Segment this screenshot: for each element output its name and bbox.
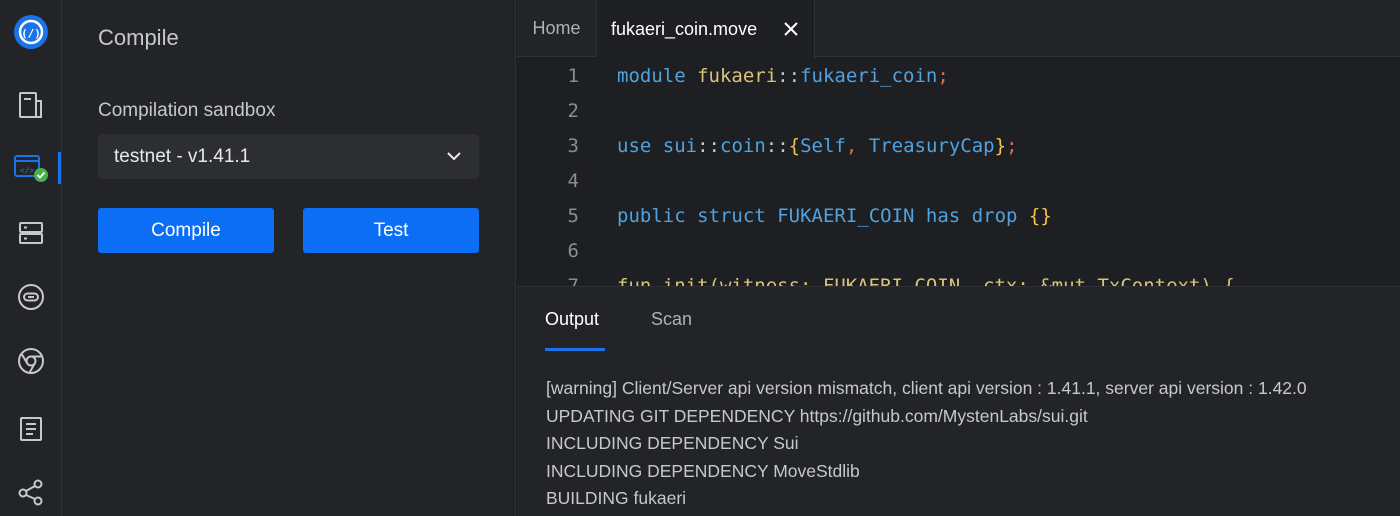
code-text: use sui::coin::{Self, TreasuryCap};	[617, 134, 1018, 157]
output-log: [warning] Client/Server api version mism…	[546, 375, 1396, 513]
svg-text:</>: </>	[20, 166, 35, 175]
compile-sidebar: Compile Compilation sandbox testnet - v1…	[62, 0, 516, 516]
code-line: 1 module fukaeri::fukaeri_coin;	[517, 58, 1400, 93]
editor-area: Home fukaeri_coin.move 1 module fukaeri:…	[517, 0, 1400, 516]
sandbox-select[interactable]: testnet - v1.41.1	[98, 134, 479, 179]
line-number: 1	[567, 64, 579, 87]
code-line: 2	[517, 93, 1400, 128]
output-panel: Output Scan [warning] Client/Server api …	[517, 286, 1400, 516]
log-line: INCLUDING DEPENDENCY Sui	[546, 433, 799, 453]
chevron-down-icon	[447, 152, 461, 161]
code-line: 5 public struct FUKAERI_COIN has drop {}	[517, 198, 1400, 233]
chrome-icon[interactable]	[0, 337, 62, 385]
log-line: UPDATING GIT DEPENDENCY https://github.c…	[546, 405, 1088, 426]
link-icon[interactable]	[0, 273, 62, 321]
line-number: 6	[567, 239, 579, 262]
line-number: 3	[567, 134, 579, 157]
code-text: fun init(witness: FUKAERI_COIN, ctx: &mu…	[617, 274, 1235, 287]
code-line: 6	[517, 233, 1400, 268]
close-icon[interactable]	[782, 20, 800, 38]
code-line: 3 use sui::coin::{Self, TreasuryCap};	[517, 128, 1400, 163]
tab-home[interactable]: Home	[517, 0, 597, 57]
code-compile-icon[interactable]: </>	[0, 144, 62, 192]
logo-icon[interactable]: (/)	[0, 8, 62, 56]
svg-text:(/): (/)	[21, 27, 41, 40]
code-line: 7 fun init(witness: FUKAERI_COIN, ctx: &…	[517, 268, 1400, 287]
active-tab-underline	[545, 348, 605, 351]
code-line: 4	[517, 163, 1400, 198]
tab-output[interactable]: Output	[545, 309, 599, 330]
log-line: [warning] Client/Server api version mism…	[546, 378, 1307, 398]
document-icon[interactable]	[0, 405, 62, 453]
share-icon[interactable]	[0, 468, 62, 516]
code-text: module fukaeri::fukaeri_coin;	[617, 64, 949, 87]
activity-bar: (/) </>	[0, 0, 62, 516]
tab-home-label: Home	[532, 18, 581, 38]
sandbox-selected-value: testnet - v1.41.1	[114, 145, 251, 167]
sidebar-title: Compile	[98, 25, 179, 50]
active-indicator	[58, 152, 61, 184]
log-line: BUILDING fukaeri	[546, 488, 687, 508]
line-number: 2	[567, 99, 579, 122]
compile-button[interactable]: Compile	[98, 208, 274, 253]
line-number: 5	[567, 204, 579, 227]
code-text: public struct FUKAERI_COIN has drop {}	[617, 204, 1052, 227]
code-editor[interactable]: 1 module fukaeri::fukaeri_coin; 2 3 use …	[517, 58, 1400, 287]
test-button[interactable]: Test	[303, 208, 479, 253]
log-line: INCLUDING DEPENDENCY MoveStdlib	[546, 460, 860, 481]
server-icon[interactable]	[0, 209, 62, 257]
line-number: 7	[567, 274, 579, 287]
sandbox-label: Compilation sandbox	[98, 100, 276, 121]
line-number: 4	[567, 169, 579, 192]
tab-scan[interactable]: Scan	[651, 309, 692, 330]
file-icon[interactable]	[0, 81, 62, 129]
editor-tabs: Home fukaeri_coin.move	[517, 0, 1400, 58]
tab-file[interactable]: fukaeri_coin.move	[597, 0, 815, 58]
tab-file-label: fukaeri_coin.move	[611, 18, 758, 39]
